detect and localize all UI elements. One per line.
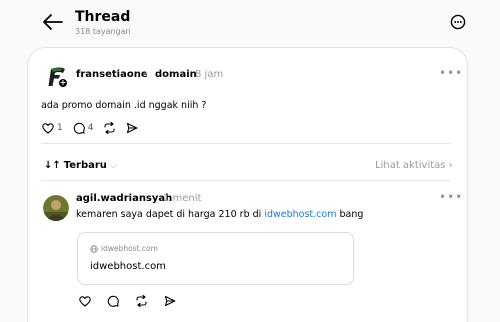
reply-actions: [79, 295, 186, 307]
share-button[interactable]: [126, 122, 138, 134]
preview-host-text: idwebhost.com: [101, 244, 158, 253]
reply-comment-button[interactable]: [107, 295, 119, 307]
comment-count: 4: [87, 123, 94, 133]
sort-dropdown[interactable]: ↓↑ Terbaru ⌵: [44, 160, 117, 171]
sort-arrows-icon: ↓↑: [44, 160, 61, 171]
chevron-right-icon: ›: [144, 68, 148, 79]
reply-text-prefix: kemaren saya dapet di harga 210 rb di: [76, 209, 265, 220]
preview-title: idwebhost.com: [90, 261, 166, 272]
chevron-down-icon: ⌵: [109, 160, 117, 171]
post-topic[interactable]: domain: [155, 69, 197, 80]
like-count: 1: [57, 123, 63, 133]
reply-timestamp: 1 menit: [163, 193, 202, 204]
post-text: ada promo domain .id nggak niih ?: [41, 100, 207, 111]
divider: [41, 180, 451, 181]
more-circle-icon[interactable]: [450, 14, 466, 30]
comment-button[interactable]: 4: [73, 122, 94, 134]
preview-host: idwebhost.com: [90, 244, 158, 253]
comment-icon: [107, 295, 119, 307]
reply-more-icon[interactable]: •••: [439, 190, 463, 204]
post-timestamp: 8 jam: [195, 69, 224, 80]
post-more-icon[interactable]: •••: [439, 66, 463, 80]
sort-label: Terbaru: [63, 160, 107, 171]
thread-header: Thread 318 tayangan: [0, 0, 500, 46]
reply-repost-button[interactable]: [135, 295, 148, 307]
post-actions: 1 4: [42, 122, 148, 134]
reply-link[interactable]: idwebhost.com: [264, 209, 336, 220]
repost-icon: [136, 295, 147, 307]
link-preview-card[interactable]: idwebhost.com idwebhost.com: [77, 232, 354, 285]
send-icon: [164, 295, 176, 307]
thread-card: + fransetiaone › domain 8 jam ••• ada pr…: [27, 47, 468, 322]
reply-text-suffix: bang: [336, 209, 364, 220]
send-icon: [127, 122, 138, 134]
follow-plus-icon[interactable]: +: [57, 77, 69, 89]
post-author[interactable]: fransetiaone: [76, 69, 148, 80]
view-activity-link[interactable]: Lihat aktivitas ›: [375, 160, 453, 171]
divider: [41, 143, 451, 144]
reply-author[interactable]: agil.wadriansyah: [76, 193, 172, 204]
page-title: Thread: [75, 9, 131, 25]
back-arrow-icon[interactable]: [42, 13, 64, 31]
reply-avatar[interactable]: [43, 195, 69, 221]
heart-icon: [42, 122, 54, 134]
view-count: 318 tayangan: [75, 27, 131, 36]
reply-share-button[interactable]: [164, 295, 176, 307]
heart-icon: [79, 295, 91, 307]
reply-text: kemaren saya dapet di harga 210 rb di id…: [76, 209, 363, 220]
reply-like-button[interactable]: [79, 295, 91, 307]
globe-icon: [90, 244, 98, 253]
repost-icon: [104, 122, 116, 134]
like-button[interactable]: 1: [42, 122, 63, 134]
repost-button[interactable]: [103, 122, 116, 134]
comment-icon: [73, 122, 85, 134]
